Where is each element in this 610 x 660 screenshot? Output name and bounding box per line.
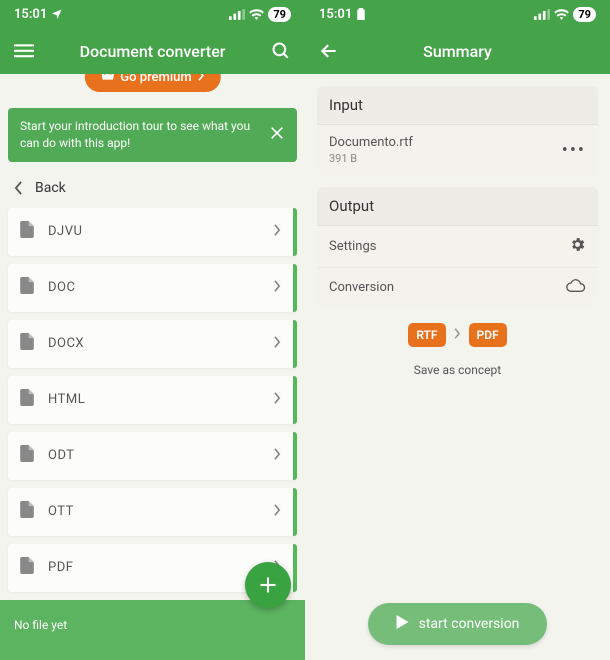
summary-body: Input Documento.rtf 391 B ••• Output Set xyxy=(305,74,610,660)
format-label: DOC xyxy=(48,280,274,295)
close-icon xyxy=(269,125,285,141)
output-card: Output Settings Conversion xyxy=(317,187,598,307)
chevron-right-icon xyxy=(274,448,281,464)
go-premium-button[interactable]: Go premium xyxy=(84,74,220,92)
cloud-icon xyxy=(566,278,586,297)
chevron-left-icon xyxy=(14,181,23,195)
format-item-ott[interactable]: OTT xyxy=(8,488,297,536)
signal-icon xyxy=(534,9,550,20)
status-bar: 15:01 79 xyxy=(305,0,610,28)
format-item-djvu[interactable]: DJVU xyxy=(8,208,297,256)
chevron-right-icon xyxy=(198,74,205,85)
format-label: DOCX xyxy=(48,336,274,351)
no-file-label: No file yet xyxy=(14,618,67,632)
chevron-right-icon xyxy=(274,392,281,408)
menu-button[interactable] xyxy=(10,37,38,65)
file-icon xyxy=(20,277,34,298)
battery-indicator-icon xyxy=(356,8,366,20)
screen-converter: 15:01 79 Document converter xyxy=(0,0,305,660)
wifi-icon xyxy=(554,9,569,20)
search-button[interactable] xyxy=(267,37,295,65)
conversion-label: Conversion xyxy=(329,280,566,295)
file-icon xyxy=(20,389,34,410)
wifi-icon xyxy=(249,9,264,20)
format-item-html[interactable]: HTML xyxy=(8,376,297,424)
input-filename: Documento.rtf xyxy=(329,135,562,150)
start-label: start conversion xyxy=(419,616,520,632)
conversion-row[interactable]: Conversion xyxy=(317,268,598,307)
plus-icon xyxy=(258,575,278,595)
chevron-right-icon xyxy=(454,328,461,343)
chevron-right-icon xyxy=(274,280,281,296)
chevron-right-icon xyxy=(274,224,281,240)
start-bar: start conversion xyxy=(305,588,610,660)
converter-body: Go premium Start your introduction tour … xyxy=(0,74,305,660)
start-conversion-button[interactable]: start conversion xyxy=(368,603,548,645)
output-heading: Output xyxy=(317,187,598,226)
format-label: OTT xyxy=(48,504,274,519)
chevron-right-icon xyxy=(274,336,281,352)
badge-to: PDF xyxy=(469,323,507,347)
tour-banner[interactable]: Start your introduction tour to see what… xyxy=(8,108,297,162)
settings-row[interactable]: Settings xyxy=(317,226,598,268)
settings-label: Settings xyxy=(329,239,569,254)
conversion-badges: RTF PDF xyxy=(305,307,610,357)
file-icon xyxy=(20,501,34,522)
crown-icon xyxy=(100,74,114,85)
status-time: 15:01 xyxy=(14,7,47,22)
app-header: Summary xyxy=(305,28,610,74)
input-filesize: 391 B xyxy=(329,152,562,165)
back-arrow-button[interactable] xyxy=(315,37,343,65)
input-card: Input Documento.rtf 391 B ••• xyxy=(317,86,598,175)
tour-text: Start your introduction tour to see what… xyxy=(20,118,259,152)
format-label: PDF xyxy=(48,560,274,575)
file-icon xyxy=(20,445,34,466)
file-icon xyxy=(20,557,34,578)
search-icon xyxy=(271,41,291,61)
header-title: Document converter xyxy=(46,42,259,61)
bottom-bar: No file yet xyxy=(0,600,305,660)
input-file-row[interactable]: Documento.rtf 391 B ••• xyxy=(317,125,598,175)
battery-pill: 79 xyxy=(573,7,596,22)
hamburger-icon xyxy=(14,41,34,61)
close-tour-button[interactable] xyxy=(269,125,285,144)
format-item-doc[interactable]: DOC xyxy=(8,264,297,312)
format-label: DJVU xyxy=(48,224,274,239)
file-icon xyxy=(20,221,34,242)
header-title: Summary xyxy=(351,42,564,61)
arrow-left-icon xyxy=(319,41,339,61)
format-label: ODT xyxy=(48,448,274,463)
battery-pill: 79 xyxy=(268,7,291,22)
status-time: 15:01 xyxy=(319,7,352,22)
save-concept-label: Save as concept xyxy=(414,363,501,377)
file-icon xyxy=(20,333,34,354)
premium-label: Go premium xyxy=(120,74,191,85)
location-arrow-icon xyxy=(51,8,63,20)
play-icon xyxy=(396,615,409,633)
app-header: Document converter xyxy=(0,28,305,74)
back-button[interactable]: Back xyxy=(0,170,305,208)
chevron-right-icon xyxy=(274,504,281,520)
status-bar: 15:01 79 xyxy=(0,0,305,28)
more-button[interactable]: ••• xyxy=(562,140,586,161)
premium-container: Go premium xyxy=(0,74,305,90)
screen-summary: 15:01 79 Summary Input xyxy=(305,0,610,660)
signal-icon xyxy=(229,9,245,20)
back-label: Back xyxy=(35,180,66,196)
format-item-odt[interactable]: ODT xyxy=(8,432,297,480)
format-item-docx[interactable]: DOCX xyxy=(8,320,297,368)
format-label: HTML xyxy=(48,392,274,407)
badge-from: RTF xyxy=(408,323,445,347)
gear-icon xyxy=(569,236,586,257)
save-as-concept-button[interactable]: Save as concept xyxy=(305,357,610,393)
more-icon: ••• xyxy=(562,140,586,161)
add-file-fab[interactable] xyxy=(245,562,291,608)
input-heading: Input xyxy=(317,86,598,125)
